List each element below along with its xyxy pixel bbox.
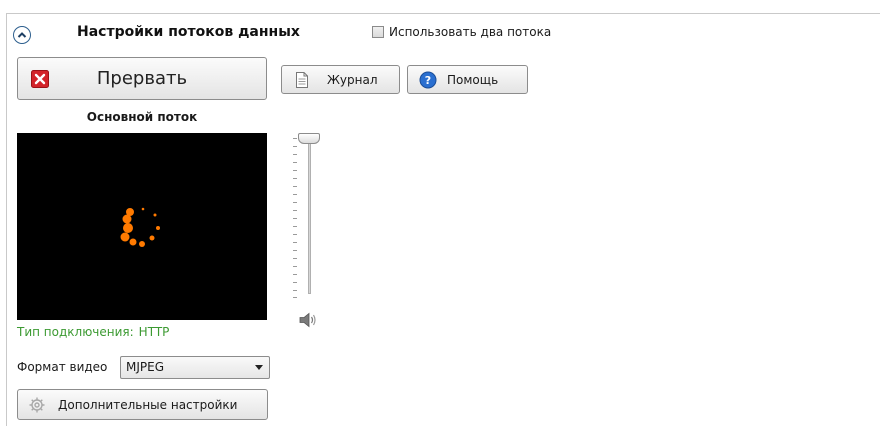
stop-button-label: Прервать [96,68,188,89]
loading-spinner-icon [120,207,160,247]
video-format-select[interactable]: MJPEG [120,356,270,379]
chevron-up-icon [17,32,27,38]
red-x-icon [31,70,49,88]
checkbox-box[interactable] [372,26,384,38]
help-button[interactable]: ? Помощь [407,65,528,94]
slider-ticks [293,138,297,298]
panel-border-top [6,13,880,14]
document-icon [296,71,308,88]
collapse-button[interactable] [13,26,31,44]
connection-type-label: Тип подключения: [17,325,134,339]
journal-button[interactable]: Журнал [281,65,400,94]
volume-slider[interactable] [290,133,322,298]
video-preview [17,133,267,320]
main-stream-label: Основной поток [86,110,198,124]
advanced-settings-button[interactable]: Дополнительные настройки [17,389,268,420]
two-streams-label: Использовать два потока [389,25,552,39]
slider-thumb[interactable] [298,133,320,144]
two-streams-checkbox[interactable]: Использовать два потока [372,25,551,39]
advanced-settings-label: Дополнительные настройки [58,397,238,412]
slider-track[interactable] [308,137,311,294]
svg-text:?: ? [425,74,431,87]
video-format-value: MJPEG [126,360,165,374]
section-title: Настройки потоков данных [77,24,300,40]
connection-type: Тип подключения: HTTP [17,325,169,339]
panel-border-left [6,13,7,426]
help-button-label: Помощь [447,72,499,87]
gear-icon [29,397,45,412]
dropdown-arrow-icon [255,365,263,370]
connection-type-value: HTTP [138,325,170,339]
journal-button-label: Журнал [327,72,378,87]
question-icon: ? [419,71,437,88]
stop-button[interactable]: Прервать [17,57,267,100]
speaker-icon[interactable] [298,311,318,329]
video-format-label: Формат видео [17,360,108,374]
